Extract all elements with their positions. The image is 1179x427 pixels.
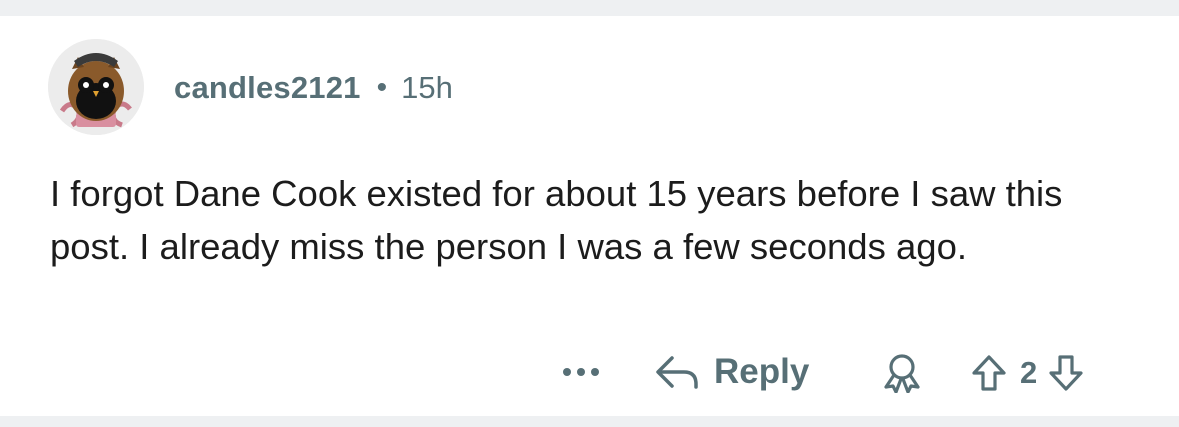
owl-avatar-icon — [48, 39, 144, 135]
reply-arrow-icon — [656, 356, 698, 389]
comment-body: I forgot Dane Cook existed for about 15 … — [50, 173, 1063, 267]
downvote-arrow-icon — [1049, 355, 1083, 391]
avatar[interactable] — [48, 39, 144, 135]
reply-button[interactable]: Reply — [654, 351, 809, 393]
upvote-arrow-icon — [972, 355, 1006, 391]
upvote-button[interactable] — [970, 354, 1008, 392]
comment-card: candles2121 • 15h I forgot Dane Cook exi… — [0, 16, 1179, 416]
more-options-button[interactable] — [556, 355, 606, 389]
reply-label: Reply — [714, 352, 810, 391]
comment-actions: Reply 2 — [0, 351, 1179, 394]
vote-controls: 2 — [970, 353, 1085, 393]
author-username[interactable]: candles2121 — [174, 70, 361, 106]
award-icon — [884, 354, 920, 394]
vote-score: 2 — [1020, 355, 1038, 390]
meta-separator: • — [376, 71, 388, 104]
award-button[interactable] — [880, 353, 924, 394]
comment-header: candles2121 • 15h — [174, 68, 453, 108]
comment-timestamp[interactable]: 15h — [401, 70, 453, 106]
more-horizontal-icon — [563, 368, 599, 376]
downvote-button[interactable] — [1047, 354, 1085, 392]
